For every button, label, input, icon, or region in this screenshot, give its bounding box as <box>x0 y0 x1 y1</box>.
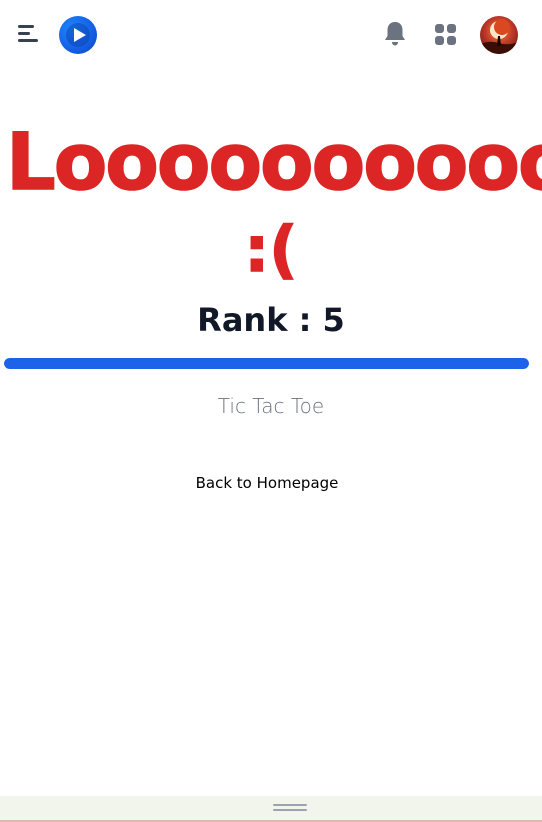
bell-icon[interactable] <box>383 20 407 48</box>
back-to-homepage-link[interactable]: Back to Homepage <box>181 470 353 496</box>
grid-icon[interactable] <box>434 23 458 47</box>
resize-handle-bar[interactable] <box>0 796 542 822</box>
progress-bar-fill <box>4 358 529 369</box>
game-result-page: Looooooooooose :( Rank : 5 Tic Tac Toe B… <box>0 0 542 822</box>
drag-handle-icon[interactable] <box>273 804 307 812</box>
result-title: Looooooooooose <box>5 118 542 208</box>
play-logo-icon[interactable] <box>59 16 97 54</box>
rank-text: Rank : 5 <box>197 301 345 339</box>
user-avatar[interactable] <box>480 16 518 54</box>
sad-face-text: :( <box>244 212 299 287</box>
top-navbar <box>0 0 542 70</box>
progress-bar <box>4 358 529 369</box>
menu-icon[interactable] <box>14 22 42 48</box>
game-name: Tic Tac Toe <box>217 394 325 418</box>
